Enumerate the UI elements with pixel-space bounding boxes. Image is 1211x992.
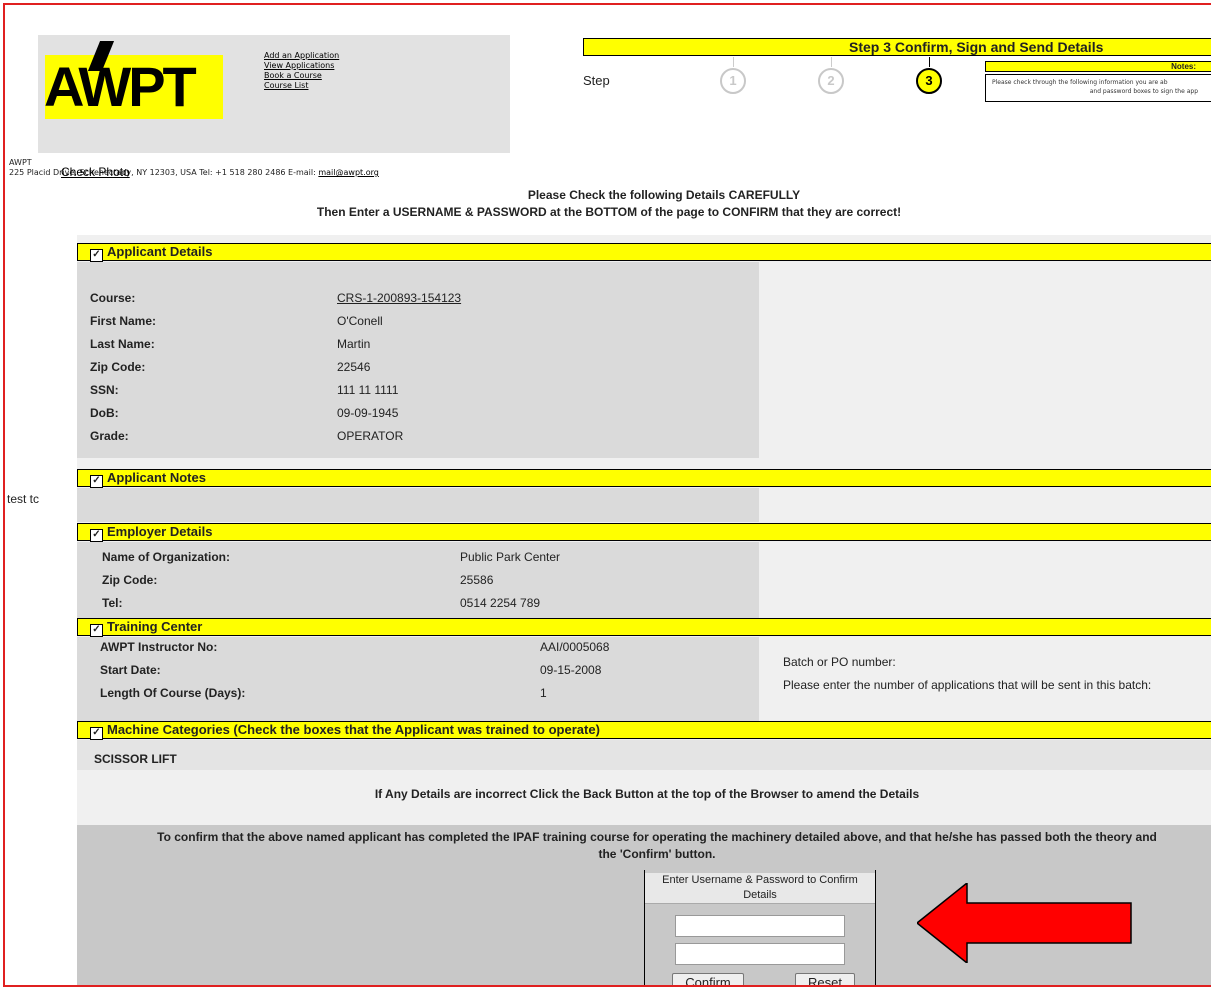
confirm-text-line: the 'Confirm' button. [598, 847, 716, 861]
step-tick [929, 57, 930, 67]
username-input[interactable] [675, 915, 845, 937]
field-label: AWPT Instructor No: [100, 640, 218, 654]
section-heading: Training Center [107, 619, 203, 634]
field-label: First Name: [90, 314, 157, 328]
notes-text: test tc [7, 492, 40, 506]
section-machine-categories: ✓ Machine Categories (Check the boxes tha… [77, 721, 1211, 740]
amend-instructions: If Any Details are incorrect Click the B… [374, 787, 920, 801]
step-tick [831, 57, 832, 67]
section-training-center: ✓ Training Center [77, 618, 1211, 637]
section-heading: Applicant Notes [107, 470, 206, 485]
section-heading: Machine Categories (Check the boxes that… [107, 722, 600, 737]
field-value: 09-15-2008 [540, 663, 602, 677]
field-label: Grade: [90, 429, 129, 443]
org-address: 225 Placid Drive, Schenectady, NY 12303,… [9, 168, 319, 177]
link-book-course[interactable]: Book a Course [264, 71, 339, 81]
confirm-text-line: To confirm that the above named applican… [157, 830, 1157, 844]
checked-checkbox-icon: ✓ [90, 624, 103, 637]
top-nav-links: Add an Application View Applications Boo… [264, 51, 339, 91]
step-label: Step [583, 73, 610, 88]
field-label: Zip Code: [102, 573, 158, 587]
field-value: O'Conell [337, 314, 383, 328]
field-value: 111 11 1111 [337, 383, 399, 397]
field-label: Length Of Course (Days): [100, 686, 246, 700]
step-tick [733, 57, 734, 67]
warning-line-1: Please Check the following Details CAREF… [527, 188, 801, 202]
section-employer-details: ✓ Employer Details [77, 523, 1211, 542]
confirm-text: To confirm that the above named applican… [77, 829, 1211, 863]
checked-checkbox-icon: ✓ [90, 475, 103, 488]
notes-body: Please check through the following infor… [985, 74, 1211, 102]
notes-panel [77, 488, 759, 522]
field-value: 1 [540, 686, 547, 700]
warning-line-2: Then Enter a USERNAME & PASSWORD at the … [316, 205, 902, 219]
section-applicant-details: ✓ Applicant Details [77, 243, 1211, 262]
check-photo-link[interactable]: Check Photo [61, 165, 130, 179]
confirm-button[interactable]: Confirm [672, 973, 744, 985]
step-2-icon: 2 [818, 68, 844, 94]
step-1-icon: 1 [720, 68, 746, 94]
field-value: 09-09-1945 [337, 406, 399, 420]
check-warning: Please Check the following Details CAREF… [5, 187, 1211, 221]
login-box: Enter Username & Password to Confirm Det… [644, 870, 876, 985]
email-link[interactable]: mail@awpt.org [318, 168, 378, 177]
checked-checkbox-icon: ✓ [90, 529, 103, 542]
field-label: Start Date: [100, 663, 161, 677]
page-frame: AWPT Add an Application View Application… [3, 3, 1211, 987]
machines-panel [77, 740, 1211, 770]
password-input[interactable] [675, 943, 845, 965]
field-label: Tel: [102, 596, 123, 610]
link-course-list[interactable]: Course List [264, 81, 339, 91]
field-label: DoB: [90, 406, 119, 420]
field-label: Name of Organization: [102, 550, 231, 564]
field-value: 22546 [337, 360, 371, 374]
checked-checkbox-icon: ✓ [90, 249, 103, 262]
field-label: SSN: [90, 383, 119, 397]
batch-label: Batch or PO number: [783, 655, 896, 669]
left-arrow-icon [917, 883, 1132, 963]
section-applicant-notes: ✓ Applicant Notes [77, 469, 1211, 488]
link-add-application[interactable]: Add an Application [264, 51, 339, 61]
machine-item: SCISSOR LIFT [94, 752, 177, 766]
step-3-icon: 3 [916, 68, 942, 94]
notes-line: and password boxes to sign the app [1089, 88, 1198, 95]
section-heading: Employer Details [107, 524, 213, 539]
notes-line: Please check through the following infor… [992, 79, 1168, 86]
field-value: Public Park Center [460, 550, 561, 564]
field-label: Course: [90, 291, 136, 305]
course-link[interactable]: CRS-1-200893-154123 [337, 291, 461, 305]
header-logo-panel: AWPT Add an Application View Application… [38, 35, 510, 153]
field-value: 25586 [460, 573, 494, 587]
field-value: 0514 2254 789 [460, 596, 541, 610]
field-label: Zip Code: [90, 360, 146, 374]
section-heading: Applicant Details [107, 244, 213, 259]
field-value: Martin [337, 337, 371, 351]
details-panel: ✓ Applicant Details Course: CRS-1-200893-… [7, 235, 1211, 985]
reset-button[interactable]: Reset [795, 973, 855, 985]
field-value: OPERATOR [337, 429, 404, 443]
field-label: Last Name: [90, 337, 155, 351]
step-title-bar: Step 3 Confirm, Sign and Send Details [583, 38, 1211, 56]
awpt-logo: AWPT [44, 55, 197, 118]
link-view-applications[interactable]: View Applications [264, 61, 339, 71]
batch-hint: Please enter the number of applications … [783, 678, 1152, 692]
notes-title: Notes: [985, 61, 1211, 72]
checked-checkbox-icon: ✓ [90, 727, 103, 740]
field-value: AAI/0005068 [540, 640, 610, 654]
login-title: Enter Username & Password to Confirm Det… [645, 873, 875, 904]
